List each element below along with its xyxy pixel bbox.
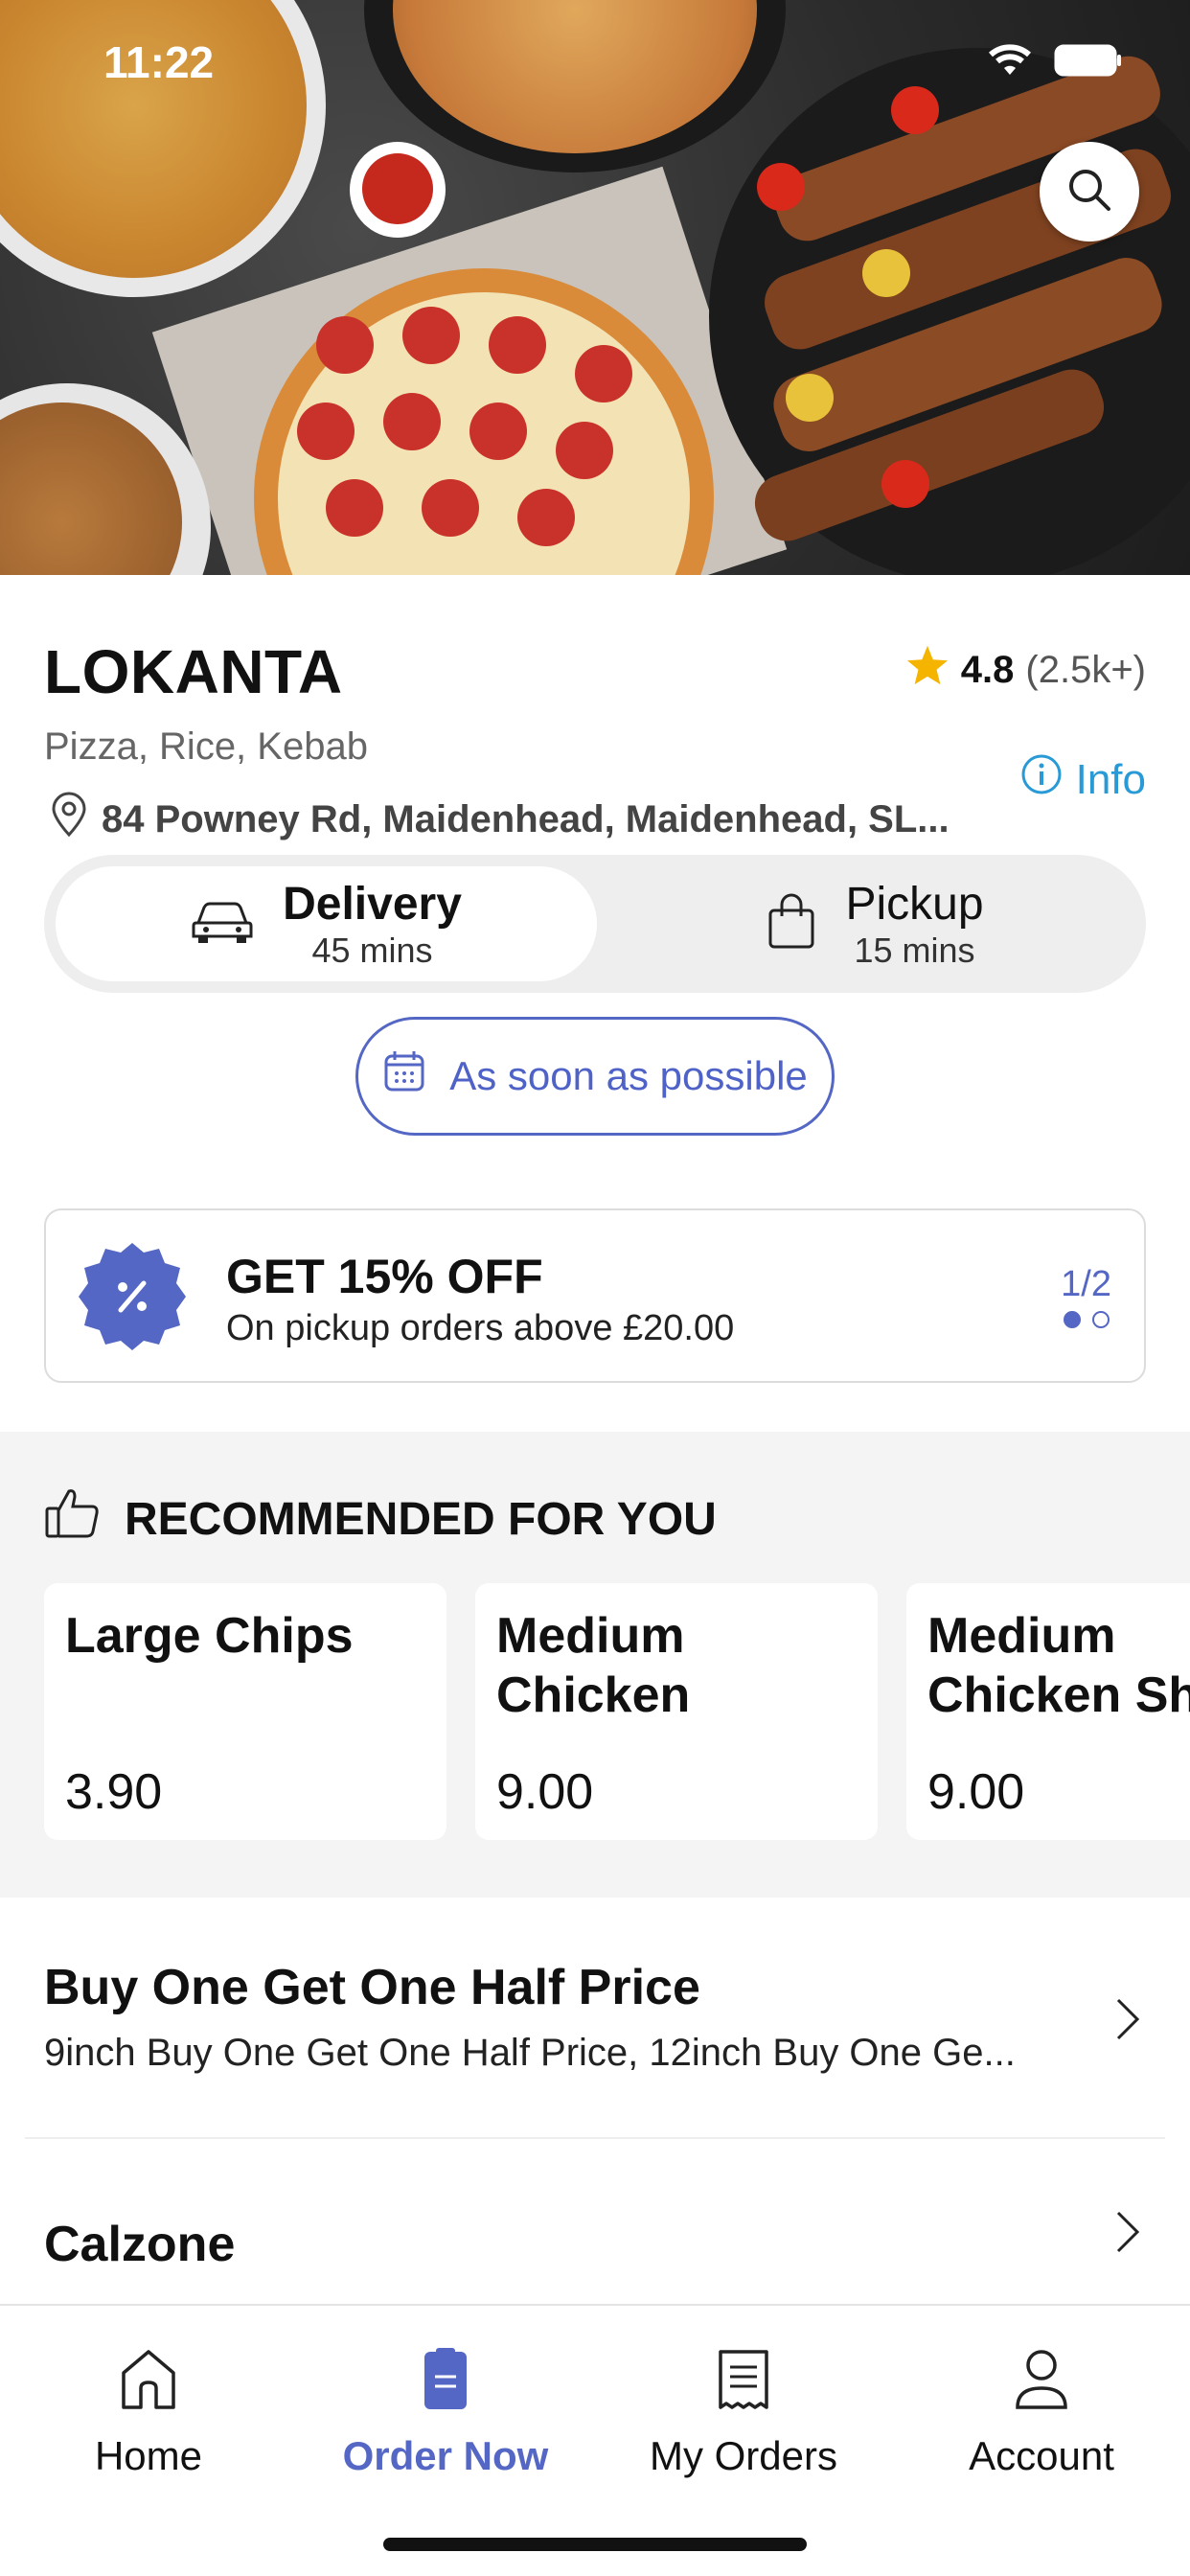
- order-mode-toggle: Delivery 45 mins Pickup 15 mins: [44, 855, 1146, 993]
- delivery-option[interactable]: Delivery 45 mins: [56, 866, 597, 981]
- star-icon: [905, 644, 950, 696]
- user-icon: [1014, 2348, 1069, 2416]
- category-title: Calzone: [44, 2217, 236, 2272]
- item-price: 9.00: [927, 1764, 1025, 1820]
- address-text: 84 Powney Rd, Maidenhead, Maidenhead, SL…: [102, 797, 950, 840]
- item-name: Large Chips: [65, 1608, 354, 1664]
- promo-subtitle: On pickup orders above £20.00: [226, 1308, 735, 1348]
- location-pin-icon: [50, 792, 88, 847]
- calendar-icon: [382, 1049, 426, 1103]
- recommended-item[interactable]: Large Chips 3.90: [44, 1583, 446, 1840]
- pager-dots: [1061, 1311, 1111, 1328]
- category-description: 9inch Buy One Get One Half Price, 12inch…: [44, 2032, 1016, 2074]
- promo-banner[interactable]: GET 15% OFF On pickup orders above £20.0…: [44, 1208, 1146, 1383]
- restaurant-name: LOKANTA: [44, 637, 343, 706]
- promo-page-count: 1/2: [1061, 1264, 1111, 1304]
- info-label: Info: [1075, 755, 1146, 803]
- thumbs-up-icon: [44, 1487, 100, 1551]
- status-bar: 11:22: [0, 0, 1190, 125]
- bottom-tab-bar: Home Order Now My Orders Account: [0, 2304, 1190, 2576]
- rating-count: (2.5k+): [1025, 648, 1146, 691]
- rating-value: 4.8: [960, 648, 1015, 691]
- tab-label: Account: [969, 2433, 1114, 2478]
- pickup-time: 15 mins: [854, 930, 975, 970]
- recommended-header: RECOMMENDED FOR YOU: [44, 1487, 717, 1551]
- item-price: 3.90: [65, 1764, 163, 1820]
- item-price: 9.00: [496, 1764, 594, 1820]
- tab-order-now[interactable]: Order Now: [297, 2348, 594, 2479]
- item-name: Medium Chicken Shish...: [496, 1608, 691, 1723]
- tab-label: Order Now: [342, 2433, 549, 2478]
- search-button[interactable]: [1040, 142, 1139, 242]
- info-button[interactable]: Info: [1020, 753, 1146, 806]
- pager-dot[interactable]: [1091, 1311, 1110, 1328]
- wifi-icon: [987, 42, 1033, 81]
- shopping-bag-icon: [767, 893, 816, 955]
- schedule-label: As soon as possible: [449, 1053, 808, 1098]
- tab-label: My Orders: [649, 2433, 837, 2478]
- rating: 4.8 (2.5k+): [905, 644, 1146, 696]
- delivery-label: Delivery: [283, 878, 462, 930]
- tab-home[interactable]: Home: [0, 2348, 297, 2479]
- promo-pager: 1/2: [1061, 1264, 1111, 1328]
- recommended-item[interactable]: Medium Chicken Shish... 9.00: [475, 1583, 878, 1840]
- item-name: Medium Chicken Shi: [927, 1608, 1190, 1723]
- chevron-right-icon: [1113, 1995, 1142, 2048]
- category-title: Buy One Get One Half Price: [44, 1960, 700, 2015]
- recommended-item[interactable]: Medium Chicken Shi 9.00: [906, 1583, 1190, 1840]
- schedule-button[interactable]: As soon as possible: [355, 1017, 835, 1136]
- info-icon: [1020, 753, 1063, 806]
- cuisine-list: Pizza, Rice, Kebab: [44, 725, 368, 768]
- home-icon: [119, 2348, 178, 2416]
- tab-account[interactable]: Account: [893, 2348, 1190, 2479]
- hero-food-image: 11:22: [0, 0, 1190, 575]
- address: 84 Powney Rd, Maidenhead, Maidenhead, SL…: [50, 792, 950, 847]
- search-icon: [1064, 165, 1114, 219]
- pager-dot-active[interactable]: [1063, 1311, 1081, 1328]
- category-row[interactable]: Calzone: [25, 2139, 1165, 2302]
- pickup-label: Pickup: [845, 878, 984, 930]
- discount-badge-icon: [75, 1239, 190, 1359]
- sauce: [362, 153, 433, 224]
- promo-title: GET 15% OFF: [226, 1250, 543, 1303]
- battery-icon: [1054, 44, 1123, 81]
- delivery-time: 45 mins: [311, 930, 433, 970]
- home-indicator[interactable]: [383, 2538, 807, 2551]
- pickup-option[interactable]: Pickup 15 mins: [605, 866, 1146, 981]
- status-time: 11:22: [103, 37, 215, 87]
- recommended-title: RECOMMENDED FOR YOU: [125, 1493, 717, 1545]
- tab-label: Home: [94, 2433, 203, 2478]
- receipt-icon: [717, 2348, 770, 2416]
- chevron-right-icon: [1113, 2208, 1142, 2261]
- car-icon: [191, 898, 254, 951]
- order-icon: [422, 2348, 469, 2416]
- tab-my-orders[interactable]: My Orders: [595, 2348, 892, 2479]
- recommended-section: RECOMMENDED FOR YOU Large Chips 3.90 Med…: [0, 1432, 1190, 1898]
- category-row[interactable]: Buy One Get One Half Price 9inch Buy One…: [25, 1926, 1165, 2137]
